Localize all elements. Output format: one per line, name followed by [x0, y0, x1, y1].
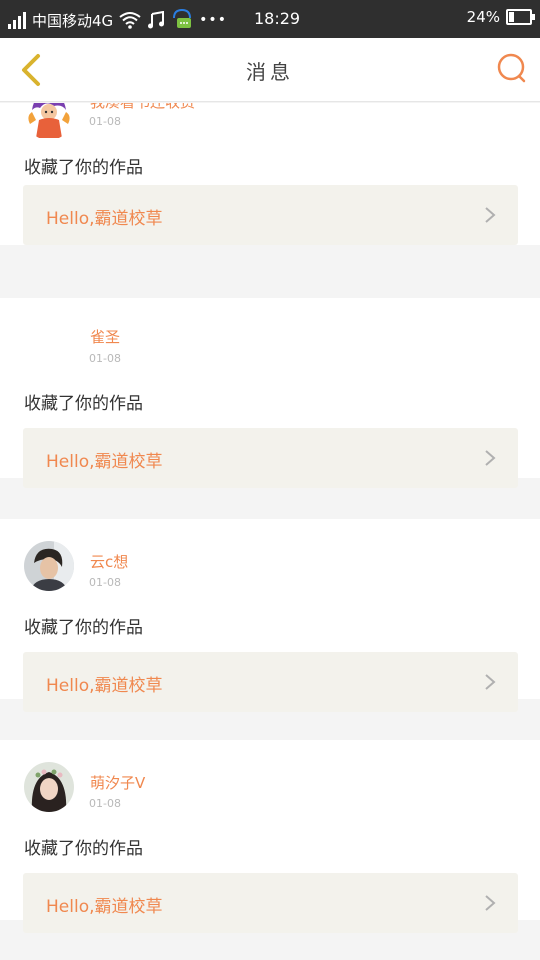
battery-icon — [506, 9, 535, 25]
message-date: 01-08 — [89, 115, 121, 128]
work-title: Hello,霸道校草 — [46, 452, 163, 472]
message-feed[interactable]: 我凑看书还收费 01-08 收藏了你的作品 Hello,霸道校草 雀圣 01-0… — [0, 103, 540, 960]
work-link[interactable]: Hello,霸道校草 — [23, 873, 518, 933]
avatar[interactable] — [24, 313, 74, 363]
action-text: 收藏了你的作品 — [24, 158, 143, 178]
work-link[interactable]: Hello,霸道校草 — [23, 652, 518, 712]
action-text: 收藏了你的作品 — [24, 839, 143, 859]
chevron-right-icon — [485, 207, 496, 223]
list-item: 雀圣 01-08 收藏了你的作品 Hello,霸道校草 — [0, 298, 540, 488]
photo-avatar-boy — [24, 541, 74, 591]
work-title: Hello,霸道校草 — [46, 209, 163, 229]
message-date: 01-08 — [89, 576, 121, 589]
signal-icon — [8, 11, 26, 29]
action-text: 收藏了你的作品 — [24, 394, 143, 414]
work-link[interactable]: Hello,霸道校草 — [23, 185, 518, 245]
user-name[interactable]: 萌汐子V — [90, 772, 145, 793]
nav-bar: 消息 — [0, 38, 540, 102]
work-title: Hello,霸道校草 — [46, 897, 163, 917]
status-bar-left: 中国移动4G ••• — [8, 8, 227, 32]
user-name[interactable]: 我凑看书还收费 — [90, 103, 195, 112]
chevron-right-icon — [485, 895, 496, 911]
clock: 18:29 — [254, 9, 301, 28]
more-dots-icon: ••• — [199, 12, 227, 28]
battery-percent: 24% — [466, 8, 500, 26]
action-text: 收藏了你的作品 — [24, 618, 143, 638]
carrier-label: 中国移动4G — [32, 11, 114, 30]
wifi-icon — [119, 12, 141, 29]
chat-notification-icon — [173, 8, 192, 28]
list-item: 我凑看书还收费 01-08 收藏了你的作品 Hello,霸道校草 — [0, 103, 540, 245]
photo-avatar-girl — [24, 762, 74, 812]
chevron-right-icon — [485, 450, 496, 466]
page-title: 消息 — [246, 60, 294, 84]
music-icon — [148, 11, 165, 29]
list-item: 萌汐子V 01-08 收藏了你的作品 Hello,霸道校草 — [0, 740, 540, 933]
avatar[interactable] — [24, 103, 74, 140]
message-date: 01-08 — [89, 352, 121, 365]
avatar[interactable] — [24, 762, 74, 812]
user-name[interactable]: 云c想 — [90, 551, 128, 572]
user-name[interactable]: 雀圣 — [90, 326, 120, 347]
search-icon[interactable] — [496, 52, 528, 84]
battery-fill — [509, 12, 515, 22]
chevron-right-icon — [485, 674, 496, 690]
message-date: 01-08 — [89, 797, 121, 810]
list-item: 云c想 01-08 收藏了你的作品 Hello,霸道校草 — [0, 519, 540, 712]
status-bar-right: 24% — [466, 8, 535, 26]
avatar[interactable] — [24, 541, 74, 591]
anime-character-avatar — [24, 103, 74, 140]
work-link[interactable]: Hello,霸道校草 — [23, 428, 518, 488]
status-bar: 中国移动4G ••• 18:29 24% — [0, 0, 540, 38]
work-title: Hello,霸道校草 — [46, 676, 163, 696]
